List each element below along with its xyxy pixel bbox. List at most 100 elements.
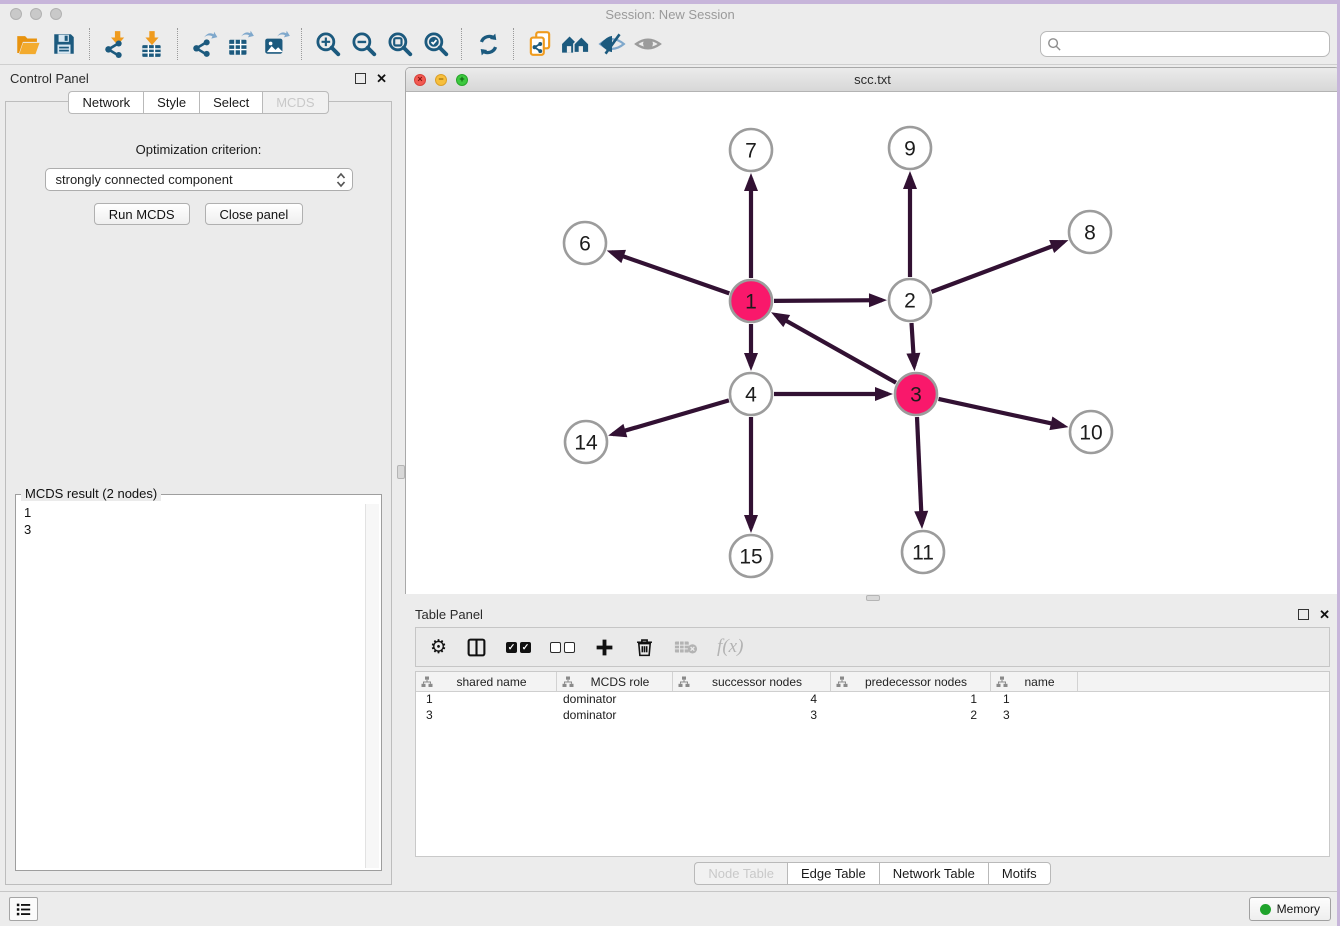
node-14[interactable]: 14 xyxy=(565,421,607,463)
deselect-all-button[interactable] xyxy=(550,642,575,653)
tab-select[interactable]: Select xyxy=(199,91,262,114)
hierarchy-icon xyxy=(836,676,848,688)
delete-table-button[interactable] xyxy=(674,638,698,656)
edge-1-6[interactable] xyxy=(611,252,729,293)
column-header-successor-nodes[interactable]: successor nodes xyxy=(673,672,831,691)
node-10[interactable]: 10 xyxy=(1070,411,1112,453)
split-view-button[interactable] xyxy=(466,637,487,658)
export-image-icon xyxy=(262,30,290,58)
column-header-name[interactable]: name xyxy=(991,672,1078,691)
apply-layout-button[interactable] xyxy=(470,28,506,60)
optimization-criterion-label: Optimization criterion: xyxy=(6,142,391,157)
node-11[interactable]: 11 xyxy=(902,531,944,573)
import-network-button[interactable] xyxy=(98,28,134,60)
column-header-mcds-role[interactable]: MCDS role xyxy=(557,672,673,691)
edge-1-2[interactable] xyxy=(774,300,882,301)
unchecked-checkbox-icon xyxy=(550,642,561,653)
save-session-button[interactable] xyxy=(46,28,82,60)
edge-2-3[interactable] xyxy=(912,323,915,366)
column-header-predecessor-nodes[interactable]: predecessor nodes xyxy=(831,672,991,691)
tab-motifs[interactable]: Motifs xyxy=(988,862,1051,885)
table-row[interactable]: 1dominator411 xyxy=(416,692,1329,708)
zoom-in-button[interactable] xyxy=(310,28,346,60)
split-handle[interactable] xyxy=(866,595,880,601)
node-label: 7 xyxy=(745,139,757,162)
table-cell: 3 xyxy=(416,708,557,724)
tab-network-table[interactable]: Network Table xyxy=(879,862,988,885)
close-panel-icon[interactable]: ✕ xyxy=(1319,608,1330,621)
trash-icon xyxy=(634,637,655,658)
zoom-fit-button[interactable] xyxy=(382,28,418,60)
app-titlebar: Session: New Session xyxy=(0,4,1340,24)
clone-network-button[interactable] xyxy=(522,28,558,60)
network-home-button[interactable] xyxy=(558,28,594,60)
tab-style[interactable]: Style xyxy=(143,91,199,114)
node-1[interactable]: 1 xyxy=(730,280,772,322)
edge-3-10[interactable] xyxy=(939,399,1064,426)
column-header-shared-name[interactable]: shared name xyxy=(416,672,557,691)
node-15[interactable]: 15 xyxy=(730,535,772,577)
node-8[interactable]: 8 xyxy=(1069,211,1111,253)
float-panel-icon[interactable] xyxy=(355,73,366,84)
refresh-icon xyxy=(475,31,502,58)
node-4[interactable]: 4 xyxy=(730,373,772,415)
home-icon xyxy=(561,30,591,58)
table-row[interactable]: 3dominator323 xyxy=(416,708,1329,724)
export-table-icon xyxy=(226,30,254,58)
network-window-titlebar[interactable]: × − + scc.txt xyxy=(406,68,1339,92)
show-all-button[interactable] xyxy=(630,28,666,60)
toolbar-separator xyxy=(461,28,463,60)
zoom-selected-button[interactable] xyxy=(418,28,454,60)
edge-3-11[interactable] xyxy=(917,417,922,524)
close-panel-button[interactable]: Close panel xyxy=(205,203,304,225)
memory-button[interactable]: Memory xyxy=(1249,897,1331,921)
delete-column-button[interactable] xyxy=(634,637,655,658)
mcds-result-list[interactable]: 13 xyxy=(18,504,379,868)
criterion-select[interactable]: strongly connected component xyxy=(45,168,353,191)
hide-selected-button[interactable] xyxy=(594,28,630,60)
node-2[interactable]: 2 xyxy=(889,279,931,321)
float-panel-icon[interactable] xyxy=(1298,609,1309,620)
open-session-button[interactable] xyxy=(10,28,46,60)
add-column-button[interactable] xyxy=(594,637,615,658)
table-body: 1dominator4113dominator323 xyxy=(416,692,1329,724)
edge-3-1[interactable] xyxy=(775,315,896,383)
task-history-button[interactable] xyxy=(9,897,38,921)
search-box xyxy=(1040,31,1330,57)
table-cell: dominator xyxy=(557,708,673,724)
tab-mcds[interactable]: MCDS xyxy=(262,91,328,114)
run-mcds-button[interactable]: Run MCDS xyxy=(94,203,190,225)
export-image-button[interactable] xyxy=(258,28,294,60)
select-all-button[interactable]: ✓ ✓ xyxy=(506,642,531,653)
tab-node-table[interactable]: Node Table xyxy=(694,862,787,885)
node-6[interactable]: 6 xyxy=(564,222,606,264)
node-9[interactable]: 9 xyxy=(889,127,931,169)
checked-checkbox-icon: ✓ xyxy=(520,642,531,653)
vertical-split-divider[interactable] xyxy=(397,65,405,891)
tab-edge-table[interactable]: Edge Table xyxy=(787,862,879,885)
close-panel-icon[interactable]: ✕ xyxy=(376,72,387,85)
search-input[interactable] xyxy=(1066,36,1323,53)
result-scrollbar[interactable] xyxy=(365,504,379,868)
edge-4-14[interactable] xyxy=(613,400,729,434)
hierarchy-icon xyxy=(562,676,574,688)
memory-label: Memory xyxy=(1277,902,1320,916)
table-settings-button[interactable]: ⚙ xyxy=(430,638,447,657)
import-table-button[interactable] xyxy=(134,28,170,60)
split-handle[interactable] xyxy=(397,465,405,479)
table-cell: 2 xyxy=(831,708,991,724)
network-canvas[interactable]: 7 9 6 8 1 2 4 3 14 10 15 11 xyxy=(406,92,1339,594)
edge-2-8[interactable] xyxy=(932,242,1064,292)
import-network-icon xyxy=(102,30,130,58)
fx-icon: f(x) xyxy=(717,636,743,658)
tab-network[interactable]: Network xyxy=(68,91,143,114)
zoom-out-button[interactable] xyxy=(346,28,382,60)
export-network-button[interactable] xyxy=(186,28,222,60)
node-3[interactable]: 3 xyxy=(895,373,937,415)
horizontal-split-divider[interactable] xyxy=(405,594,1340,602)
node-label: 10 xyxy=(1079,421,1102,444)
main-area: Control Panel ✕ NetworkStyleSelectMCDS O… xyxy=(0,65,1340,891)
export-table-button[interactable] xyxy=(222,28,258,60)
function-builder-button[interactable]: f(x) xyxy=(717,636,743,658)
node-7[interactable]: 7 xyxy=(730,129,772,171)
